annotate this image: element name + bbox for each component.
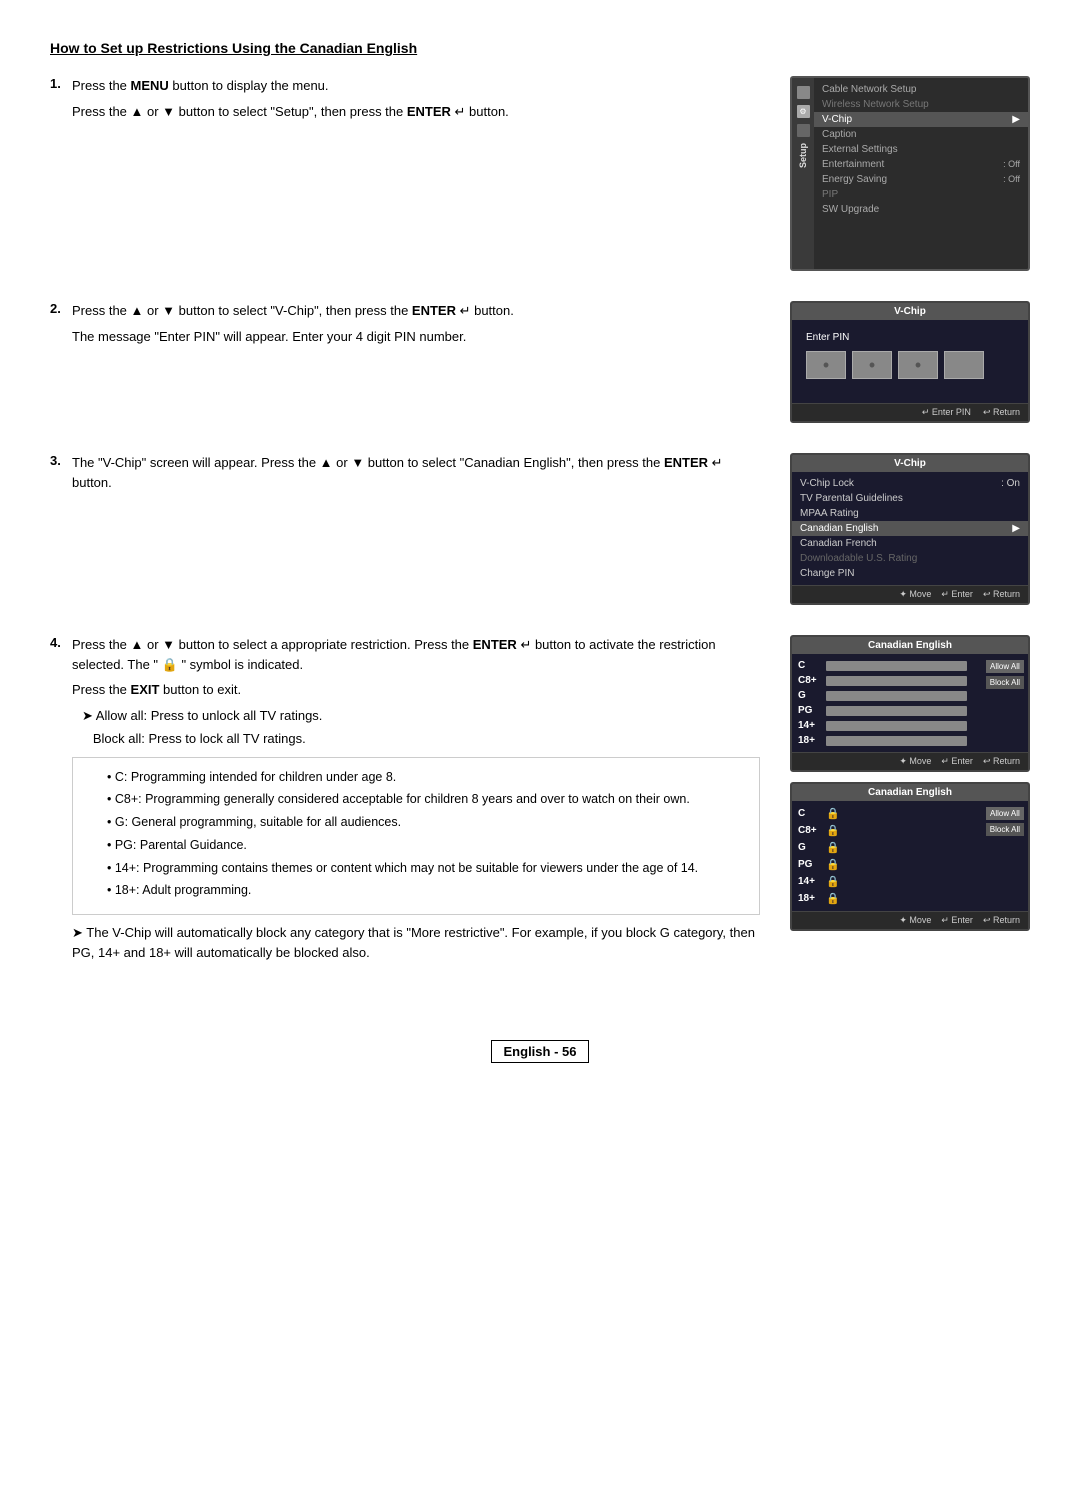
footer-enter-3: ↵ Enter [941,589,973,600]
menu-item-caption: Caption [814,127,1028,142]
info-item-14: • 14+: Programming contains themes or co… [107,859,745,878]
block-all-btn-2[interactable]: Block All [986,823,1024,836]
info-item-c: • C: Programming intended for children u… [107,768,745,787]
locked-14-row: 14+ 🔒 [798,873,967,890]
screen-col-1: ⚙ Setup Cable Network Setup Wireless Net… [790,76,1030,271]
text-col-4: 4. Press the ▲ or ▼ button to select a a… [50,635,770,974]
screen-col-3: V-Chip V-Chip Lock: On TV Parental Guide… [790,453,1030,605]
step-3-text1: The "V-Chip" screen will appear. Press t… [72,453,760,492]
locked-g-row: G 🔒 [798,839,967,856]
step-number-3: 3. [50,453,66,498]
step-2-text1: Press the ▲ or ▼ button to select "V-Chi… [72,301,514,321]
step-number-4: 4. [50,635,66,968]
locked-pg-row: PG 🔒 [798,856,967,873]
tv-parental-item: TV Parental Guidelines [792,491,1028,506]
content-area: 1. Press the MENU button to display the … [50,76,1030,1004]
locked-c-row: C 🔒 [798,805,967,822]
page-footer: English - 56 [50,1044,1030,1059]
canadian-english-item: Canadian English▶ [792,521,1028,536]
info-item-c8: • C8+: Programming generally considered … [107,790,745,809]
info-box: • C: Programming intended for children u… [72,757,760,916]
pin-box-2: • [852,351,892,379]
menu-item-wireless: Wireless Network Setup [814,97,1028,112]
pin-box-1: • [806,351,846,379]
screen-col-4: Canadian English C C8+ [790,635,1030,931]
menu-item-cable: Cable Network Setup [814,82,1028,97]
rating-screen-locked: Canadian English C 🔒 C8+ 🔒 [790,782,1030,931]
pin-box-4 [944,351,984,379]
note-text: ➤ The V-Chip will automatically block an… [72,923,760,962]
step-2-text2: The message "Enter PIN" will appear. Ent… [72,327,514,347]
setup-screen: ⚙ Setup Cable Network Setup Wireless Net… [790,76,1030,271]
vchip-pin-title: V-Chip [792,303,1028,320]
step-1-text1: Press the MENU button to display the men… [72,76,509,96]
locked-18-row: 18+ 🔒 [798,890,967,907]
section-4: 4. Press the ▲ or ▼ button to select a a… [50,635,1030,974]
enter-pin-label: Enter PIN [806,332,1014,343]
rating-pg-row: PG [798,703,967,718]
downloadable-item: Downloadable U.S. Rating [792,551,1028,566]
sidebar-setup-label: Setup [798,143,808,168]
step-4-text2: Press the EXIT button to exit. [72,680,760,700]
page-heading: How to Set up Restrictions Using the Can… [50,40,1030,56]
setup-menu-list: Cable Network Setup Wireless Network Set… [814,78,1028,269]
rating-18-row: 18+ [798,733,967,748]
vchip-pin-footer: ↵ Enter PIN ↩ Return [792,403,1028,421]
screen-col-2: V-Chip Enter PIN • • • ↵ Enter PIN [790,301,1030,423]
footer-return-3: ↩ Return [983,589,1020,600]
rating-c-row: C [798,658,967,673]
info-item-pg: • PG: Parental Guidance. [107,836,745,855]
rating-14-row: 14+ [798,718,967,733]
menu-item-sw: SW Upgrade [814,202,1028,217]
step-1-text2: Press the ▲ or ▼ button to select "Setup… [72,102,509,122]
rating-g-row: G [798,688,967,703]
info-item-18: • 18+: Adult programming. [107,881,745,900]
pin-box-3: • [898,351,938,379]
menu-item-external: External Settings [814,142,1028,157]
vchip-menu-footer: ✦ Move ↵ Enter ↩ Return [792,585,1028,603]
section-1: 1. Press the MENU button to display the … [50,76,1030,271]
pin-boxes: • • • [806,351,1014,379]
setup-sidebar: ⚙ Setup [792,78,814,269]
footer-move-3: ✦ Move [899,589,931,600]
menu-item-energy: Energy Saving: Off [814,172,1028,187]
text-col-2: 2. Press the ▲ or ▼ button to select "V-… [50,301,770,358]
rating-footer-4: ✦ Move ↵ Enter ↩ Return [792,752,1028,770]
arrow-bullet-2: Block all: Press to lock all TV ratings. [82,729,760,749]
rating-c8-row: C8+ [798,673,967,688]
step-number-1: 1. [50,76,66,127]
step-number-2: 2. [50,301,66,352]
step-4-text1: Press the ▲ or ▼ button to select a appr… [72,635,760,674]
mpaa-item: MPAA Rating [792,506,1028,521]
menu-item-vchip: V-Chip ▶ [814,112,1028,127]
arrow-bullet-1: ➤ Allow all: Press to unlock all TV rati… [82,706,760,726]
footer-enter-pin: ↵ Enter PIN [922,407,971,418]
rating-screen-empty: Canadian English C C8+ [790,635,1030,772]
page-container: How to Set up Restrictions Using the Can… [50,40,1030,1059]
rating-title-5: Canadian English [792,784,1028,801]
menu-item-pip: PIP [814,187,1028,202]
vchip-menu-title: V-Chip [792,455,1028,472]
info-item-g: • G: General programming, suitable for a… [107,813,745,832]
vchip-menu-screen: V-Chip V-Chip Lock: On TV Parental Guide… [790,453,1030,605]
change-pin-item: Change PIN [792,566,1028,581]
section-3: 3. The "V-Chip" screen will appear. Pres… [50,453,1030,605]
text-col-1: 1. Press the MENU button to display the … [50,76,770,133]
block-all-btn[interactable]: Block All [986,676,1024,689]
locked-c8-row: C8+ 🔒 [798,822,967,839]
vchip-pin-screen: V-Chip Enter PIN • • • ↵ Enter PIN [790,301,1030,423]
allow-all-btn-2[interactable]: Allow All [986,807,1024,820]
footer-text: English - 56 [491,1040,590,1063]
section-2: 2. Press the ▲ or ▼ button to select "V-… [50,301,1030,423]
canadian-french-item: Canadian French [792,536,1028,551]
allow-all-btn[interactable]: Allow All [986,660,1024,673]
rating-footer-5: ✦ Move ↵ Enter ↩ Return [792,911,1028,929]
vchip-lock-item: V-Chip Lock: On [792,476,1028,491]
text-col-3: 3. The "V-Chip" screen will appear. Pres… [50,453,770,504]
menu-item-entertainment: Entertainment: Off [814,157,1028,172]
footer-return-pin: ↩ Return [983,407,1020,418]
rating-title-4: Canadian English [792,637,1028,654]
